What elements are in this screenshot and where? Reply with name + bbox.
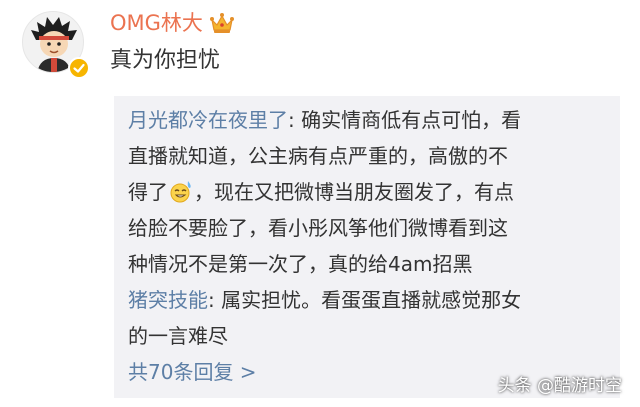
sweat-smile-emoji-icon bbox=[170, 181, 191, 203]
reply-item: 月光都冷在夜里了: 确实情商低有点可怕，看 直播就知道，公主病有点严重的，高傲的… bbox=[128, 102, 614, 282]
reply-username[interactable]: 月光都冷在夜里了 bbox=[128, 108, 288, 132]
post-text: 真为你担忧 bbox=[110, 48, 221, 73]
username[interactable]: OMG林大 bbox=[110, 8, 203, 38]
watermark: 头条 @酷游时空 bbox=[497, 376, 622, 396]
post-author[interactable]: OMG林大 bbox=[110, 8, 235, 38]
view-all-replies-link[interactable]: 共70条回复 > bbox=[128, 354, 257, 390]
crown-icon bbox=[209, 13, 234, 33]
verified-badge-icon bbox=[68, 57, 90, 79]
reply-username[interactable]: 猪突技能 bbox=[128, 288, 208, 312]
reply-box: 月光都冷在夜里了: 确实情商低有点可怕，看 直播就知道，公主病有点严重的，高傲的… bbox=[114, 96, 620, 398]
reply-item: 猪突技能: 属实担忧。看蛋蛋直播就感觉那女 的一言难尽 bbox=[128, 282, 614, 354]
avatar-area[interactable] bbox=[22, 11, 92, 81]
